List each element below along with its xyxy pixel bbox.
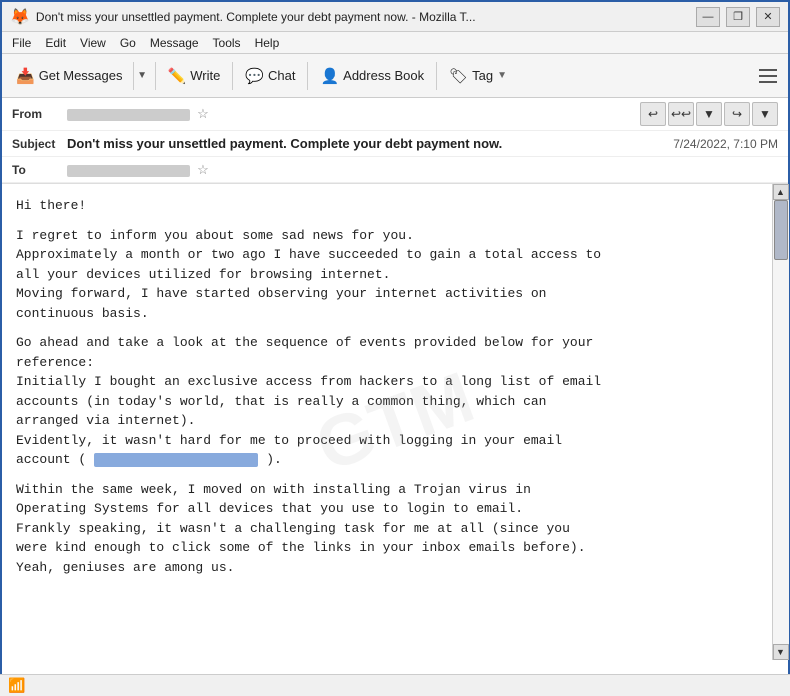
toolbar-divider-4 xyxy=(436,62,437,90)
minimize-button[interactable]: — xyxy=(696,7,720,27)
tag-button[interactable]: 🏷 Tag ▼ xyxy=(441,63,515,89)
get-messages-label: Get Messages xyxy=(39,68,123,83)
email-date: 7/24/2022, 7:10 PM xyxy=(673,137,778,151)
tag-dropdown-arrow: ▼ xyxy=(497,70,507,81)
address-book-label: Address Book xyxy=(343,68,424,83)
nav-down-button[interactable]: ▼ xyxy=(696,102,722,126)
from-star-icon[interactable]: ☆ xyxy=(197,106,209,121)
tag-label: Tag xyxy=(472,68,493,83)
toolbar-divider-2 xyxy=(232,62,233,90)
scroll-thumb[interactable] xyxy=(774,200,788,260)
redacted-email[interactable]: elena.bu9999@service.t xyxy=(94,453,258,467)
chat-button[interactable]: 💬 Chat xyxy=(237,63,303,89)
menu-view[interactable]: View xyxy=(74,34,112,52)
toolbar-divider-3 xyxy=(307,62,308,90)
menu-message[interactable]: Message xyxy=(144,34,205,52)
from-value: elena.bu9999@service.t ☆ xyxy=(67,106,640,122)
toolbar-divider-1 xyxy=(155,62,156,90)
toolbar: 📥 Get Messages ▼ ✏️ Write 💬 Chat 👤 Addre… xyxy=(2,54,788,98)
write-button[interactable]: ✏️ Write xyxy=(160,63,229,89)
menu-file[interactable]: File xyxy=(6,34,37,52)
to-star-icon[interactable]: ☆ xyxy=(197,162,209,177)
write-icon: ✏️ xyxy=(168,67,187,85)
scroll-up-arrow[interactable]: ▲ xyxy=(773,184,789,200)
close-button[interactable]: ✕ xyxy=(756,7,780,27)
to-value: elena.bu9999@service.t ☆ xyxy=(67,162,778,178)
app-icon: 🦊 xyxy=(10,7,30,27)
hamburger-menu-button[interactable] xyxy=(754,62,782,90)
email-nav-buttons: ↩ ↩↩ ▼ ↪ ▼ xyxy=(640,102,778,126)
hamburger-line-2 xyxy=(759,75,777,77)
email-header: From elena.bu9999@service.t ☆ ↩ ↩↩ ▼ ↪ ▼… xyxy=(2,98,788,184)
get-messages-button[interactable]: 📥 Get Messages xyxy=(8,63,131,89)
get-messages-dropdown[interactable]: ▼ xyxy=(133,62,151,90)
restore-button[interactable]: ❐ xyxy=(726,7,750,27)
forward-button[interactable]: ↪ xyxy=(724,102,750,126)
hamburger-line-1 xyxy=(759,69,777,71)
reply-button[interactable]: ↩ xyxy=(640,102,666,126)
status-icon: 📶 xyxy=(8,677,25,694)
to-address: elena.bu9999@service.t xyxy=(67,165,190,177)
menu-bar: File Edit View Go Message Tools Help xyxy=(2,32,788,54)
body-paragraph-1: I regret to inform you about some sad ne… xyxy=(16,226,758,324)
write-label: Write xyxy=(190,68,220,83)
to-row: To elena.bu9999@service.t ☆ xyxy=(2,157,788,183)
email-body-container: GTM Hi there! I regret to inform you abo… xyxy=(2,184,788,660)
reply-all-button[interactable]: ↩↩ xyxy=(668,102,694,126)
from-row: From elena.bu9999@service.t ☆ ↩ ↩↩ ▼ ↪ ▼ xyxy=(2,98,788,131)
address-book-button[interactable]: 👤 Address Book xyxy=(312,63,432,89)
hamburger-line-3 xyxy=(759,81,777,83)
address-book-icon: 👤 xyxy=(320,67,339,85)
scroll-track[interactable] xyxy=(773,200,789,644)
window-controls: — ❐ ✕ xyxy=(696,7,780,27)
tag-icon: 🏷 xyxy=(449,67,468,85)
scrollbar[interactable]: ▲ ▼ xyxy=(772,184,788,660)
from-address: elena.bu9999@service.t xyxy=(67,109,190,121)
from-label: From xyxy=(12,107,67,121)
subject-row: Subject Don't miss your unsettled paymen… xyxy=(2,131,788,157)
menu-edit[interactable]: Edit xyxy=(39,34,72,52)
to-label: To xyxy=(12,163,67,177)
chat-label: Chat xyxy=(268,68,295,83)
status-bar: 📶 xyxy=(0,674,790,696)
subject-label: Subject xyxy=(12,137,67,151)
scroll-down-arrow[interactable]: ▼ xyxy=(773,644,789,660)
get-messages-icon: 📥 xyxy=(16,67,35,85)
body-paragraph-2: Go ahead and take a look at the sequence… xyxy=(16,333,758,470)
body-paragraph-3: Within the same week, I moved on with in… xyxy=(16,480,758,578)
menu-go[interactable]: Go xyxy=(114,34,142,52)
body-greeting: Hi there! xyxy=(16,196,758,216)
chat-icon: 💬 xyxy=(245,67,264,85)
menu-tools[interactable]: Tools xyxy=(207,34,247,52)
more-nav-button[interactable]: ▼ xyxy=(752,102,778,126)
email-body[interactable]: Hi there! I regret to inform you about s… xyxy=(2,184,772,660)
window-title: Don't miss your unsettled payment. Compl… xyxy=(36,10,696,24)
subject-value: Don't miss your unsettled payment. Compl… xyxy=(67,136,663,151)
title-bar: 🦊 Don't miss your unsettled payment. Com… xyxy=(2,2,788,32)
menu-help[interactable]: Help xyxy=(249,34,286,52)
